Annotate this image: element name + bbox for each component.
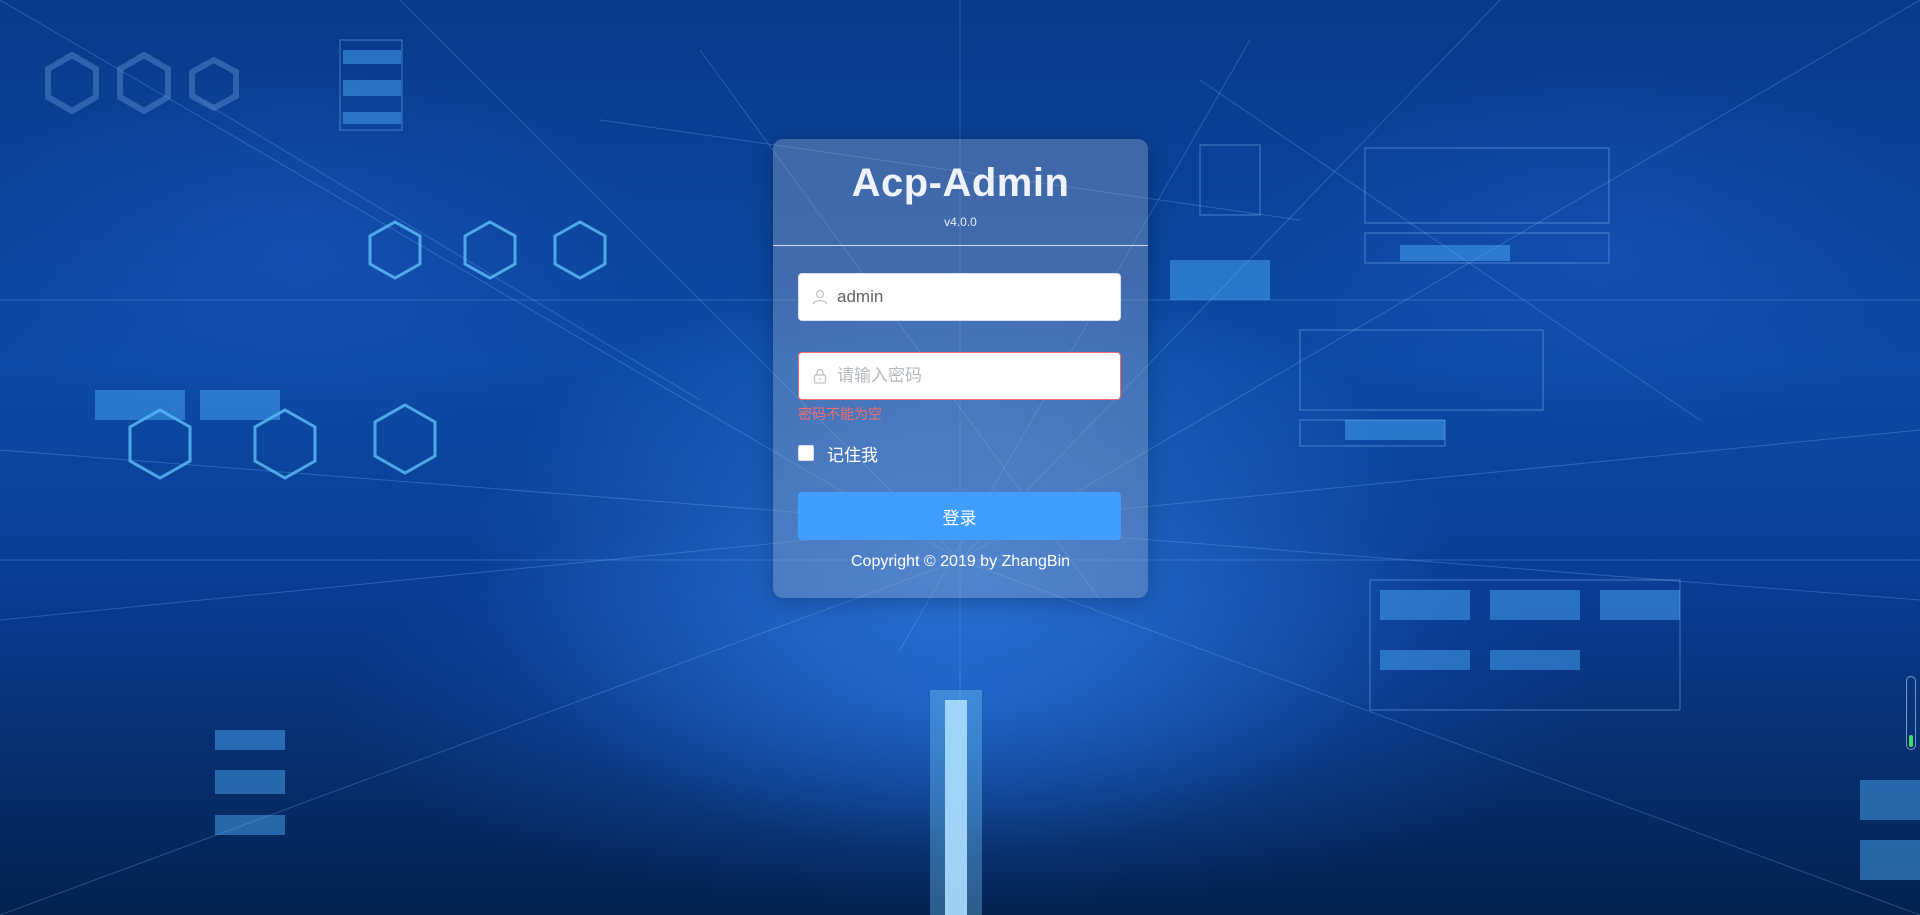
app-title: Acp-Admin: [851, 161, 1070, 205]
password-error-message: 密码不能为空: [798, 406, 882, 422]
user-icon: [812, 289, 828, 305]
app-version: v4.0.0: [944, 215, 977, 229]
copyright-text: Copyright © 2019 by ZhangBin: [850, 553, 1071, 570]
password-field[interactable]: [798, 352, 1121, 400]
header-divider: [773, 245, 1148, 246]
remember-me-checkbox[interactable]: [798, 445, 814, 461]
remember-me-label[interactable]: 记住我: [827, 441, 878, 466]
login-card: Acp-Admin v4.0.0 密码不能为空 记住我 登录 Copyright…: [773, 139, 1148, 598]
username-input[interactable]: [837, 274, 1107, 320]
username-field[interactable]: [798, 273, 1121, 321]
password-input[interactable]: [837, 353, 1107, 399]
scroll-indicator-fill: [1909, 735, 1913, 747]
login-button[interactable]: 登录: [798, 492, 1121, 540]
lock-icon: [813, 368, 827, 384]
remember-me[interactable]: 记住我: [798, 441, 878, 466]
scroll-indicator[interactable]: [1906, 676, 1916, 750]
